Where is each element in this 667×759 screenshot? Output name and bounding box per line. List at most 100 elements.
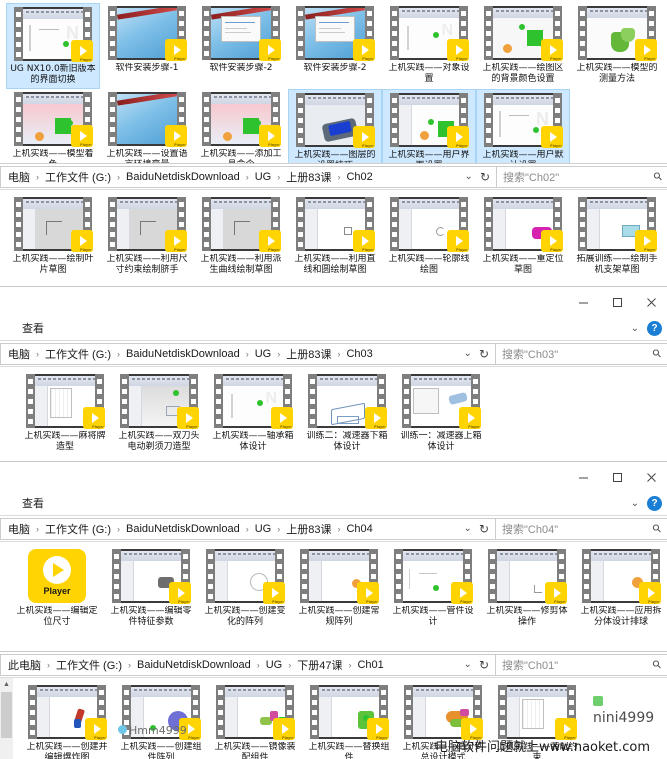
maximize-button[interactable] <box>600 287 634 317</box>
file-item[interactable]: NPlayer 上机实践——用户默认设置 <box>476 89 570 163</box>
file-item[interactable]: Player 上机实践——镜像装配组件 <box>208 682 302 759</box>
help-icon[interactable]: ? <box>647 321 662 336</box>
search-box-ch04[interactable]: 搜索"Ch04" ⚲ <box>496 517 667 540</box>
explorer-window-ch02[interactable]: N Player UG NX10.0新旧版本的界面切换 Player 软件安装步骤-1 P… <box>0 0 667 299</box>
ribbon-expand-icon[interactable]: ⌄ <box>631 498 639 509</box>
refresh-icon[interactable]: ↻ <box>480 170 490 184</box>
address-box[interactable]: 电脑 › 工作文件 (G:) › BaiduNetdiskDownload › UG › 上册8… <box>0 517 496 540</box>
file-item[interactable]: Player 训练二：减速器下箱体设计 <box>300 371 394 455</box>
breadcrumb-segment[interactable]: 工作文件 (G:) <box>44 521 112 537</box>
breadcrumb-segment[interactable]: 电脑 <box>7 521 31 537</box>
file-item[interactable]: Player 软件安装步骤-2 <box>194 3 288 89</box>
breadcrumb-segment[interactable]: 此电脑 <box>7 657 42 673</box>
address-bar-ch03[interactable]: 电脑 › 工作文件 (G:) › BaiduNetdiskDownload › UG › 上册8… <box>0 341 667 367</box>
file-item[interactable]: Player 训练一：减速器上箱体设计 <box>394 371 488 455</box>
window-controls-ch03[interactable] <box>566 287 667 317</box>
file-item[interactable]: Player 上机实践——创建并编辑爆炸图 <box>20 682 114 759</box>
file-grid-ch03[interactable]: Player 上机实践——麻将牌造型 Player 上机实践——双刀头电动剃须刀造型 N… <box>0 367 667 463</box>
search-box-ch02[interactable]: 搜索"Ch02" ⚲ <box>497 165 667 188</box>
file-item[interactable]: Player 上机实践——创建变化的阵列 <box>198 546 292 630</box>
address-box[interactable]: 此电脑 › 工作文件 (G:) › BaiduNetdiskDownload › UG › 下册… <box>0 653 496 676</box>
breadcrumb-segment[interactable]: 工作文件 (G:) <box>44 169 112 185</box>
file-item[interactable]: Player 上机实践——模型的测量方法 <box>570 3 664 89</box>
tab-view[interactable]: 查看 <box>12 492 54 515</box>
breadcrumb-segment[interactable]: Ch04 <box>345 523 373 535</box>
chevron-down-icon[interactable]: ⌄ <box>464 659 472 670</box>
breadcrumb[interactable]: 电脑 › 工作文件 (G:) › BaiduNetdiskDownload › UG › 上册8… <box>7 169 465 185</box>
address-bar-ch01[interactable]: 此电脑 › 工作文件 (G:) › BaiduNetdiskDownload › UG › 下册… <box>0 652 667 678</box>
refresh-icon[interactable]: ↻ <box>479 347 489 361</box>
breadcrumb[interactable]: 电脑 › 工作文件 (G:) › BaiduNetdiskDownload › UG › 上册8… <box>7 346 464 362</box>
breadcrumb-segment[interactable]: Ch02 <box>345 171 373 183</box>
file-item[interactable]: N Player 上机实践——轴承箱体设计 <box>206 371 300 455</box>
file-item[interactable]: Player 上机实践——替换组件 <box>302 682 396 759</box>
breadcrumb-segment[interactable]: 下册47课 <box>296 657 343 673</box>
breadcrumb-segment[interactable]: UG <box>254 348 273 360</box>
file-item[interactable]: Player 上机实践——轮廓线绘图 <box>382 194 476 278</box>
file-item[interactable]: Player 上机实践——双刀头电动剃须刀造型 <box>112 371 206 455</box>
chevron-down-icon[interactable]: ⌄ <box>464 348 472 359</box>
search-input[interactable]: 搜索"Ch04" <box>502 521 653 537</box>
breadcrumb-segment[interactable]: 工作文件 (G:) <box>55 657 123 673</box>
file-item[interactable]: Player 上机实践——利用直线和圆绘制草图 <box>288 194 382 278</box>
file-item[interactable]: Player 上机实践——利用派生曲线绘制草图 <box>194 194 288 278</box>
refresh-icon[interactable]: ↻ <box>479 522 489 536</box>
file-grid-ch04[interactable]: Player 上机实践——编辑定位尺寸 Player 上机实践——编辑零件特征参数 Pl… <box>0 542 667 652</box>
file-grid-ch02[interactable]: Player 上机实践——绘制叶片草图 Player 上机实践——利用尺寸约束绘制脐手… <box>0 190 667 278</box>
file-item[interactable]: Player 上机实践——设置语言环境变量 <box>100 89 194 163</box>
search-box-ch03[interactable]: 搜索"Ch03" ⚲ <box>496 342 667 365</box>
chevron-down-icon[interactable]: ⌄ <box>464 523 472 534</box>
explorer-window-ch04[interactable]: 查看 ⌄ ? 电脑 › 工作文件 (G:) › BaiduNetdiskDownload… <box>0 461 667 653</box>
file-item[interactable]: Player 软件安装步骤-2 <box>288 3 382 89</box>
file-item[interactable]: Player 上机实践——重定位草图 <box>476 194 570 278</box>
file-item[interactable]: Player 上机实践——编辑定位尺寸 <box>10 546 104 630</box>
breadcrumb-segment[interactable]: 工作文件 (G:) <box>44 346 112 362</box>
search-input[interactable]: 搜索"Ch01" <box>502 657 653 673</box>
titlebar-ch03[interactable] <box>0 287 667 317</box>
breadcrumb-segment[interactable]: 电脑 <box>7 346 31 362</box>
breadcrumb-segment[interactable]: UG <box>254 523 273 535</box>
file-item[interactable]: Player 上机实践——利用尺寸约束绘制脐手 <box>100 194 194 278</box>
help-icon[interactable]: ? <box>647 496 662 511</box>
breadcrumb[interactable]: 电脑 › 工作文件 (G:) › BaiduNetdiskDownload › UG › 上册8… <box>7 521 464 537</box>
file-item[interactable]: Player 上机实践——添加工具命令 <box>194 89 288 163</box>
search-input[interactable]: 搜索"Ch03" <box>502 346 653 362</box>
minimize-button[interactable] <box>566 462 600 492</box>
chevron-down-icon[interactable]: ⌄ <box>465 171 473 182</box>
window-controls-ch04[interactable] <box>566 462 667 492</box>
file-item[interactable]: Player 拓展训练——绘制手机支架草图 <box>570 194 664 278</box>
close-button[interactable] <box>634 287 667 317</box>
file-item[interactable]: Player 上机实践——创建常规阵列 <box>292 546 386 630</box>
close-button[interactable] <box>634 462 667 492</box>
breadcrumb-segment[interactable]: BaiduNetdiskDownload <box>125 348 241 360</box>
file-item[interactable]: Player 上机实践——编辑零件特征参数 <box>104 546 198 630</box>
minimize-button[interactable] <box>566 287 600 317</box>
file-item[interactable]: N Player 上机实践——对象设置 <box>382 3 476 89</box>
ribbon-expand-icon[interactable]: ⌄ <box>631 323 639 334</box>
breadcrumb-segment[interactable]: 上册83课 <box>285 521 332 537</box>
file-item[interactable]: Player 上机实践——绘图区的背景颜色设置 <box>476 3 570 89</box>
breadcrumb-segment[interactable]: BaiduNetdiskDownload <box>136 659 252 671</box>
file-item[interactable]: Player 上机实践——创建组件阵列 <box>114 682 208 759</box>
breadcrumb-segment[interactable]: Ch03 <box>345 348 373 360</box>
maximize-button[interactable] <box>600 462 634 492</box>
file-item[interactable]: Player 上机实践——修剪体操作 <box>480 546 574 630</box>
tab-view[interactable]: 查看 <box>12 317 54 340</box>
refresh-icon[interactable]: ↻ <box>479 658 489 672</box>
scrollbar-thumb[interactable] <box>1 692 12 738</box>
file-item[interactable]: Player 上机实践——用户界面设置 <box>382 89 476 163</box>
file-item[interactable]: Player 上机实践——应用拆分体设计排球 <box>574 546 667 630</box>
breadcrumb-segment[interactable]: UG <box>265 659 284 671</box>
file-item[interactable]: Player 软件安装步骤-1 <box>100 3 194 89</box>
search-box-ch01[interactable]: 搜索"Ch01" ⚲ <box>496 653 667 676</box>
address-bar-ch04[interactable]: 电脑 › 工作文件 (G:) › BaiduNetdiskDownload › UG › 上册8… <box>0 516 667 542</box>
address-box[interactable]: 电脑 › 工作文件 (G:) › BaiduNetdiskDownload › UG › 上册8… <box>0 342 496 365</box>
breadcrumb-segment[interactable]: 电脑 <box>7 169 31 185</box>
breadcrumb-segment[interactable]: BaiduNetdiskDownload <box>125 171 241 183</box>
explorer-window-ch03[interactable]: 查看 ⌄ ? 电脑 › 工作文件 (G:) › BaiduNetdiskDownload… <box>0 286 667 464</box>
breadcrumb-segment[interactable]: 上册83课 <box>285 346 332 362</box>
breadcrumb-segment[interactable]: 上册83课 <box>285 169 332 185</box>
file-item[interactable]: N Player UG NX10.0新旧版本的界面切换 <box>6 3 100 89</box>
file-grid-top[interactable]: N Player UG NX10.0新旧版本的界面切换 Player 软件安装步骤-1 P… <box>0 0 667 164</box>
file-item[interactable]: Player 上机实践——模型着色 <box>6 89 100 163</box>
